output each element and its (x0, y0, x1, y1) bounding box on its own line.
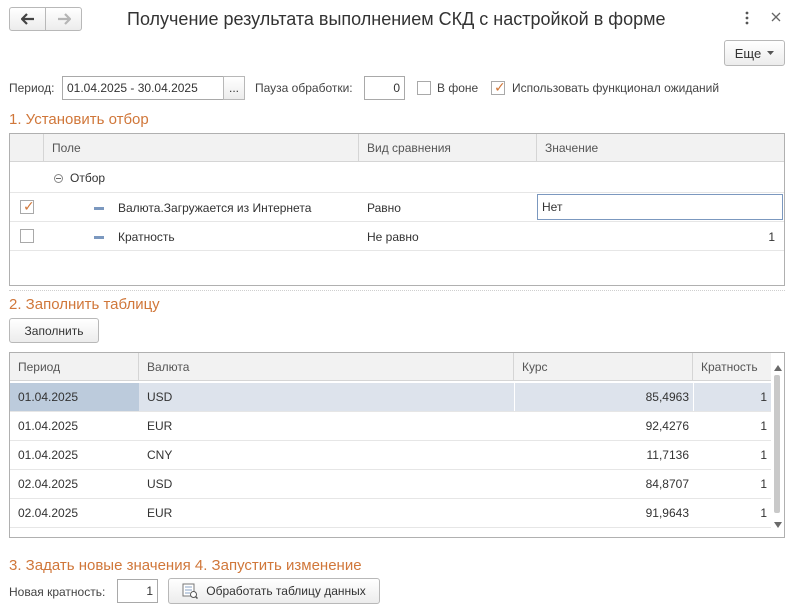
filter-header-comparison[interactable]: Вид сравнения (359, 134, 537, 162)
cell-currency[interactable]: EUR (147, 499, 172, 527)
cell-period[interactable]: 01.04.2025 (10, 383, 139, 411)
cell-period[interactable]: 01.04.2025 (18, 441, 78, 469)
section1-title: 1. Установить отбор (9, 111, 149, 128)
period-select-label: ... (228, 81, 239, 95)
pause-label: Пауза обработки: (255, 81, 353, 95)
filter-row-field-label: Валюта.Загружается из Интернета (118, 201, 312, 215)
period-value: 01.04.2025 - 30.04.2025 (67, 81, 198, 95)
cell-rate[interactable]: 11,7136 (514, 441, 690, 469)
pause-field[interactable]: 0 (364, 76, 405, 100)
scroll-up-icon[interactable] (774, 365, 782, 371)
page-title: Получение результата выполнением СКД с н… (127, 9, 666, 29)
filter-row-value[interactable]: 1 (768, 223, 775, 251)
back-button[interactable] (9, 7, 46, 31)
checkmark-icon: ✓ (494, 79, 506, 95)
data-header-currency[interactable]: Валюта (139, 353, 514, 381)
background-checkbox[interactable] (417, 81, 431, 95)
divider (9, 290, 785, 291)
table-row[interactable]: 02.04.2025 EUR 91,9643 1 (10, 499, 771, 528)
period-field[interactable]: 01.04.2025 - 30.04.2025 (62, 76, 224, 100)
cell-multiplicity[interactable]: 1 (693, 499, 767, 527)
background-label: В фоне (437, 81, 479, 95)
filter-row-checkbox[interactable]: ✓ (20, 198, 35, 214)
filter-row-value: Нет (542, 200, 563, 214)
cell-rate[interactable]: 84,8707 (514, 470, 689, 498)
cell-currency[interactable]: USD (147, 470, 172, 498)
filter-row-field[interactable]: Валюта.Загружается из Интернета (94, 194, 311, 222)
cell-period[interactable]: 02.04.2025 (18, 470, 78, 498)
cell-rate[interactable]: 85,4963 (514, 383, 689, 411)
kebab-menu-icon[interactable] (742, 9, 752, 27)
scroll-down-icon[interactable] (774, 522, 782, 528)
table-row[interactable]: 01.04.2025 CNY 11,7136 1 (10, 441, 771, 470)
forward-button[interactable] (45, 7, 82, 31)
filter-row-field[interactable]: Кратность (94, 223, 175, 251)
cell-rate[interactable]: 92,4276 (514, 412, 689, 440)
cell-currency[interactable]: EUR (147, 412, 172, 440)
arrow-left-icon (20, 13, 34, 25)
cell-period[interactable]: 02.04.2025 (18, 499, 78, 527)
table-row[interactable]: 01.04.2025 USD 85,4963 1 (10, 383, 771, 412)
filter-header-check (10, 134, 44, 162)
collapse-icon[interactable] (54, 173, 63, 183)
filter-table[interactable]: Поле Вид сравнения Значение Отбор ✓ Валю… (9, 133, 785, 286)
cell-rate[interactable]: 91,9643 (514, 499, 689, 527)
filter-row-comparison[interactable]: Не равно (367, 223, 419, 251)
section3-title: 3. Задать новые значения 4. Запустить из… (9, 557, 362, 574)
data-header-rate[interactable]: Курс (514, 353, 693, 381)
filter-group-label: Отбор (70, 171, 106, 185)
cell-currency[interactable]: CNY (147, 441, 172, 469)
process-icon (182, 583, 199, 599)
wait-label: Использовать функционал ожиданий (512, 81, 720, 95)
pause-value: 0 (393, 81, 400, 95)
process-table-button-label: Обработать таблицу данных (206, 584, 366, 598)
data-header-period[interactable]: Период (10, 353, 139, 381)
fill-button-label: Заполнить (24, 323, 84, 338)
table-row[interactable]: 01.04.2025 EUR 92,4276 1 (10, 412, 771, 441)
filter-header-field[interactable]: Поле (44, 134, 359, 162)
filter-row-value-input[interactable]: Нет (537, 194, 783, 220)
cell-multiplicity[interactable]: 1 (693, 412, 767, 440)
table-row[interactable]: 02.04.2025 USD 84,8707 1 (10, 470, 771, 499)
new-multiplicity-label: Новая кратность: (9, 585, 106, 599)
arrow-right-icon (57, 13, 71, 25)
fill-button[interactable]: Заполнить (9, 318, 99, 343)
section2-title: 2. Заполнить таблицу (9, 296, 160, 313)
field-marker-icon (94, 206, 104, 210)
chevron-down-icon (767, 50, 775, 55)
data-table[interactable]: Период Валюта Курс Кратность 01.04.2025 … (9, 352, 785, 538)
cell-period[interactable]: 01.04.2025 (18, 412, 78, 440)
more-button[interactable]: Еще (724, 40, 785, 66)
cell-multiplicity[interactable]: 1 (693, 441, 767, 469)
wait-checkbox[interactable]: ✓ (491, 79, 506, 95)
table-scrollbar[interactable] (771, 353, 784, 537)
process-table-button[interactable]: Обработать таблицу данных (168, 578, 380, 604)
filter-row-comparison[interactable]: Равно (367, 194, 401, 222)
cell-currency[interactable]: USD (147, 383, 172, 411)
cell-multiplicity[interactable]: 1 (693, 383, 767, 411)
period-select-button[interactable]: ... (223, 76, 245, 100)
new-multiplicity-field[interactable]: 1 (117, 579, 158, 603)
cell-multiplicity[interactable]: 1 (693, 470, 767, 498)
checkmark-icon: ✓ (23, 198, 35, 214)
filter-header-value[interactable]: Значение (537, 134, 784, 162)
filter-row-checkbox[interactable] (20, 229, 34, 243)
filter-group-row[interactable]: Отбор (54, 165, 105, 191)
field-marker-icon (94, 235, 104, 239)
scrollbar-thumb[interactable] (774, 375, 780, 513)
more-button-label: Еще (734, 45, 762, 61)
new-multiplicity-value: 1 (146, 584, 153, 598)
period-label: Период: (9, 81, 55, 95)
filter-row-field-label: Кратность (118, 230, 175, 244)
close-icon[interactable] (770, 11, 782, 23)
